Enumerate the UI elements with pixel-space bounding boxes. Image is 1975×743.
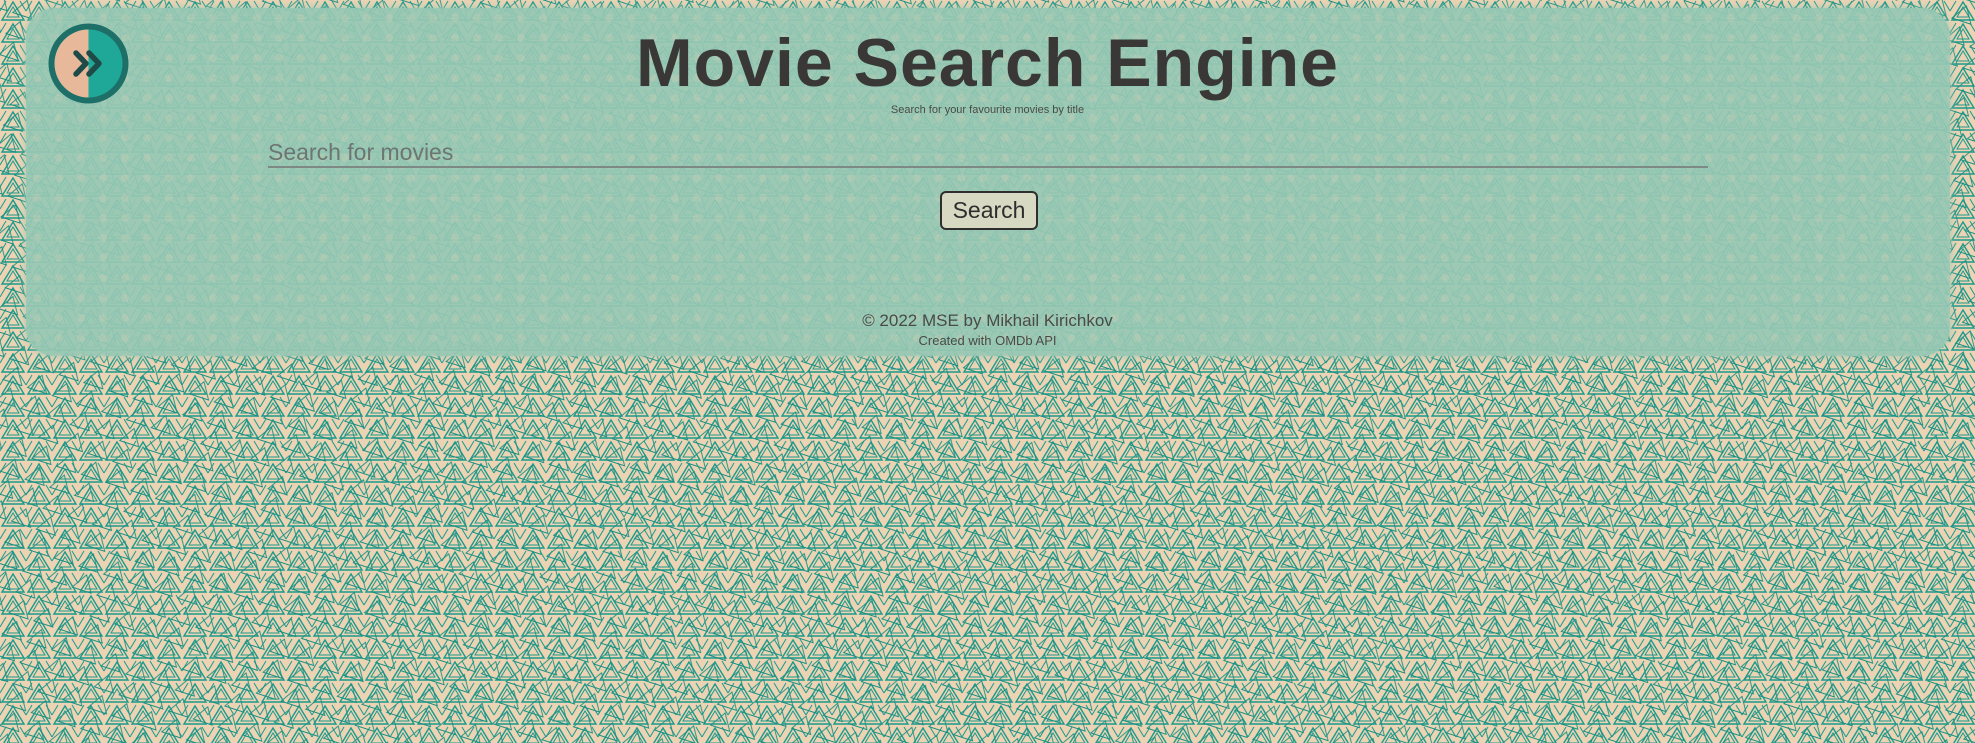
page-title: Movie Search Engine: [636, 25, 1339, 101]
search-input[interactable]: [268, 138, 1708, 168]
search-button[interactable]: Search: [940, 191, 1038, 230]
copyright-text: © 2022 MSE by Mikhail Kirichkov: [862, 311, 1113, 330]
page-subtitle: Search for your favourite movies by titl…: [890, 104, 1085, 116]
credit-text: Created with OMDb API: [918, 333, 1057, 348]
